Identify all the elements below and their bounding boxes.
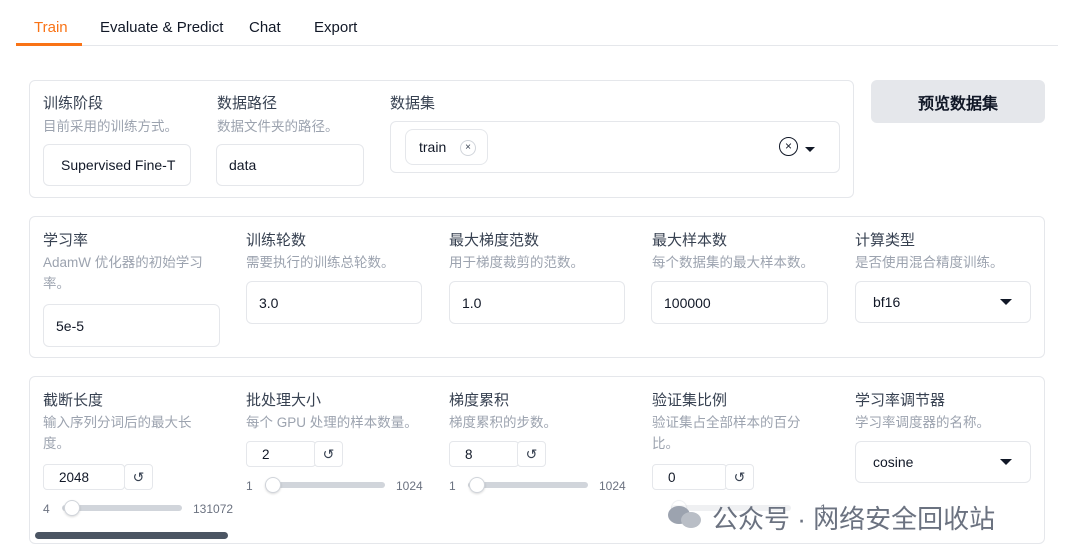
remove-token-icon[interactable]: × — [460, 140, 476, 156]
dataset-dir-info: 数据文件夹的路径。 — [217, 119, 339, 134]
batch-size-value: 2 — [262, 446, 270, 462]
batch-size-slider-thumb[interactable] — [265, 477, 282, 493]
val-size-info: 验证集占全部样本的百分比。 — [652, 415, 801, 451]
tab-chat[interactable]: Chat — [249, 19, 281, 36]
batch-size-min: 1 — [246, 479, 253, 493]
dataset-token-label: train — [419, 139, 447, 155]
cutoff-len-reset-icon[interactable]: ↺ — [124, 464, 153, 490]
grad-accum-info: 梯度累积的步数。 — [449, 415, 557, 430]
batch-size-info: 每个 GPU 处理的样本数量。 — [246, 415, 418, 430]
grad-accum-min: 1 — [449, 479, 456, 493]
val-size-number[interactable]: 0 — [652, 464, 727, 490]
cutoff-len-info: 输入序列分词后的最大长度。 — [43, 415, 192, 451]
grad-accum-reset-icon[interactable]: ↺ — [517, 441, 546, 467]
compute-type-caret-icon — [1000, 299, 1012, 305]
cutoff-len-label: 截断长度 — [43, 392, 104, 409]
stage-value: Supervised Fine-T — [61, 157, 176, 173]
batch-size-label: 批处理大小 — [246, 392, 322, 409]
lr-scheduler-label: 学习率调节器 — [855, 392, 946, 409]
learning-rate-info: AdamW 优化器的初始学习率。 — [43, 255, 203, 291]
val-size-reset-icon[interactable]: ↺ — [725, 464, 754, 490]
tab-train[interactable]: Train — [34, 19, 68, 36]
cutoff-len-max: 131072 — [193, 502, 233, 516]
grad-accum-value: 8 — [465, 446, 473, 462]
lr-scheduler-info: 学习率调度器的名称。 — [855, 415, 990, 430]
max-grad-norm-info: 用于梯度裁剪的范数。 — [449, 255, 584, 270]
dataset-dropdown-caret-icon[interactable] — [805, 147, 815, 152]
max-samples-input[interactable]: 100000 — [651, 281, 828, 324]
clear-selection-icon[interactable]: × — [779, 137, 798, 156]
dataset-dir-input[interactable]: data — [216, 144, 364, 186]
learning-rate-label: 学习率 — [43, 232, 89, 249]
grad-accum-number[interactable]: 8 — [449, 441, 519, 467]
max-grad-norm-value: 1.0 — [462, 294, 482, 311]
lr-scheduler-value: cosine — [873, 454, 914, 470]
dataset-label: 数据集 — [390, 95, 436, 112]
learning-rate-input[interactable]: 5e-5 — [43, 304, 220, 347]
dataset-token-train: train × — [405, 129, 488, 165]
preview-dataset-button[interactable]: 预览数据集 — [871, 80, 1045, 123]
epochs-label: 训练轮数 — [246, 232, 307, 249]
stage-dropdown[interactable]: Supervised Fine-T — [43, 144, 191, 186]
cutoff-len-value: 2048 — [59, 469, 90, 485]
stage-label: 训练阶段 — [43, 95, 104, 112]
max-samples-value: 100000 — [664, 294, 711, 311]
val-size-value: 0 — [668, 469, 676, 485]
grad-accum-slider-track[interactable] — [468, 482, 588, 488]
batch-size-reset-icon[interactable]: ↺ — [314, 441, 343, 467]
compute-type-label: 计算类型 — [855, 232, 916, 249]
batch-size-number[interactable]: 2 — [246, 441, 316, 467]
compute-type-value: bf16 — [873, 294, 901, 310]
epochs-input[interactable]: 3.0 — [246, 281, 422, 324]
batch-size-slider-track[interactable] — [265, 482, 385, 488]
cutoff-len-slider-thumb[interactable] — [63, 500, 80, 516]
epochs-value: 3.0 — [259, 294, 279, 311]
max-samples-label: 最大样本数 — [652, 232, 728, 249]
val-size-label: 验证集比例 — [652, 392, 728, 409]
epochs-info: 需要执行的训练总轮数。 — [246, 255, 395, 270]
tab-evaluate-predict[interactable]: Evaluate & Predict — [100, 19, 223, 36]
cutoff-len-min: 4 — [43, 502, 50, 516]
cutoff-len-number[interactable]: 2048 — [43, 464, 125, 490]
watermark: 公众号 · 网络安全回收站 — [668, 497, 995, 537]
batch-size-max: 1024 — [396, 479, 423, 493]
dataset-dir-value: data — [229, 157, 257, 173]
lr-scheduler-dropdown[interactable]: cosine — [855, 441, 1031, 483]
stage-info: 目前采用的训练方式。 — [43, 119, 178, 134]
tab-export[interactable]: Export — [314, 19, 357, 36]
active-tab-indicator — [16, 43, 82, 46]
grad-accum-label: 梯度累积 — [449, 392, 510, 409]
horizontal-scrollbar[interactable] — [35, 532, 228, 539]
compute-type-dropdown[interactable]: bf16 — [855, 281, 1031, 323]
learning-rate-value: 5e-5 — [56, 317, 85, 334]
max-grad-norm-label: 最大梯度范数 — [449, 232, 540, 249]
tab-bar: Train Evaluate & Predict Chat Export — [16, 0, 1058, 46]
grad-accum-slider-thumb[interactable] — [468, 477, 485, 493]
max-samples-info: 每个数据集的最大样本数。 — [652, 255, 814, 270]
cutoff-len-slider-track[interactable] — [62, 505, 182, 511]
grad-accum-max: 1024 — [599, 479, 626, 493]
watermark-text: 公众号 · 网络安全回收站 — [712, 503, 996, 534]
dataset-dir-label: 数据路径 — [217, 95, 278, 112]
wechat-icon — [668, 504, 704, 530]
lr-scheduler-caret-icon — [1000, 459, 1012, 465]
max-grad-norm-input[interactable]: 1.0 — [449, 281, 625, 324]
compute-type-info: 是否使用混合精度训练。 — [855, 255, 1004, 270]
